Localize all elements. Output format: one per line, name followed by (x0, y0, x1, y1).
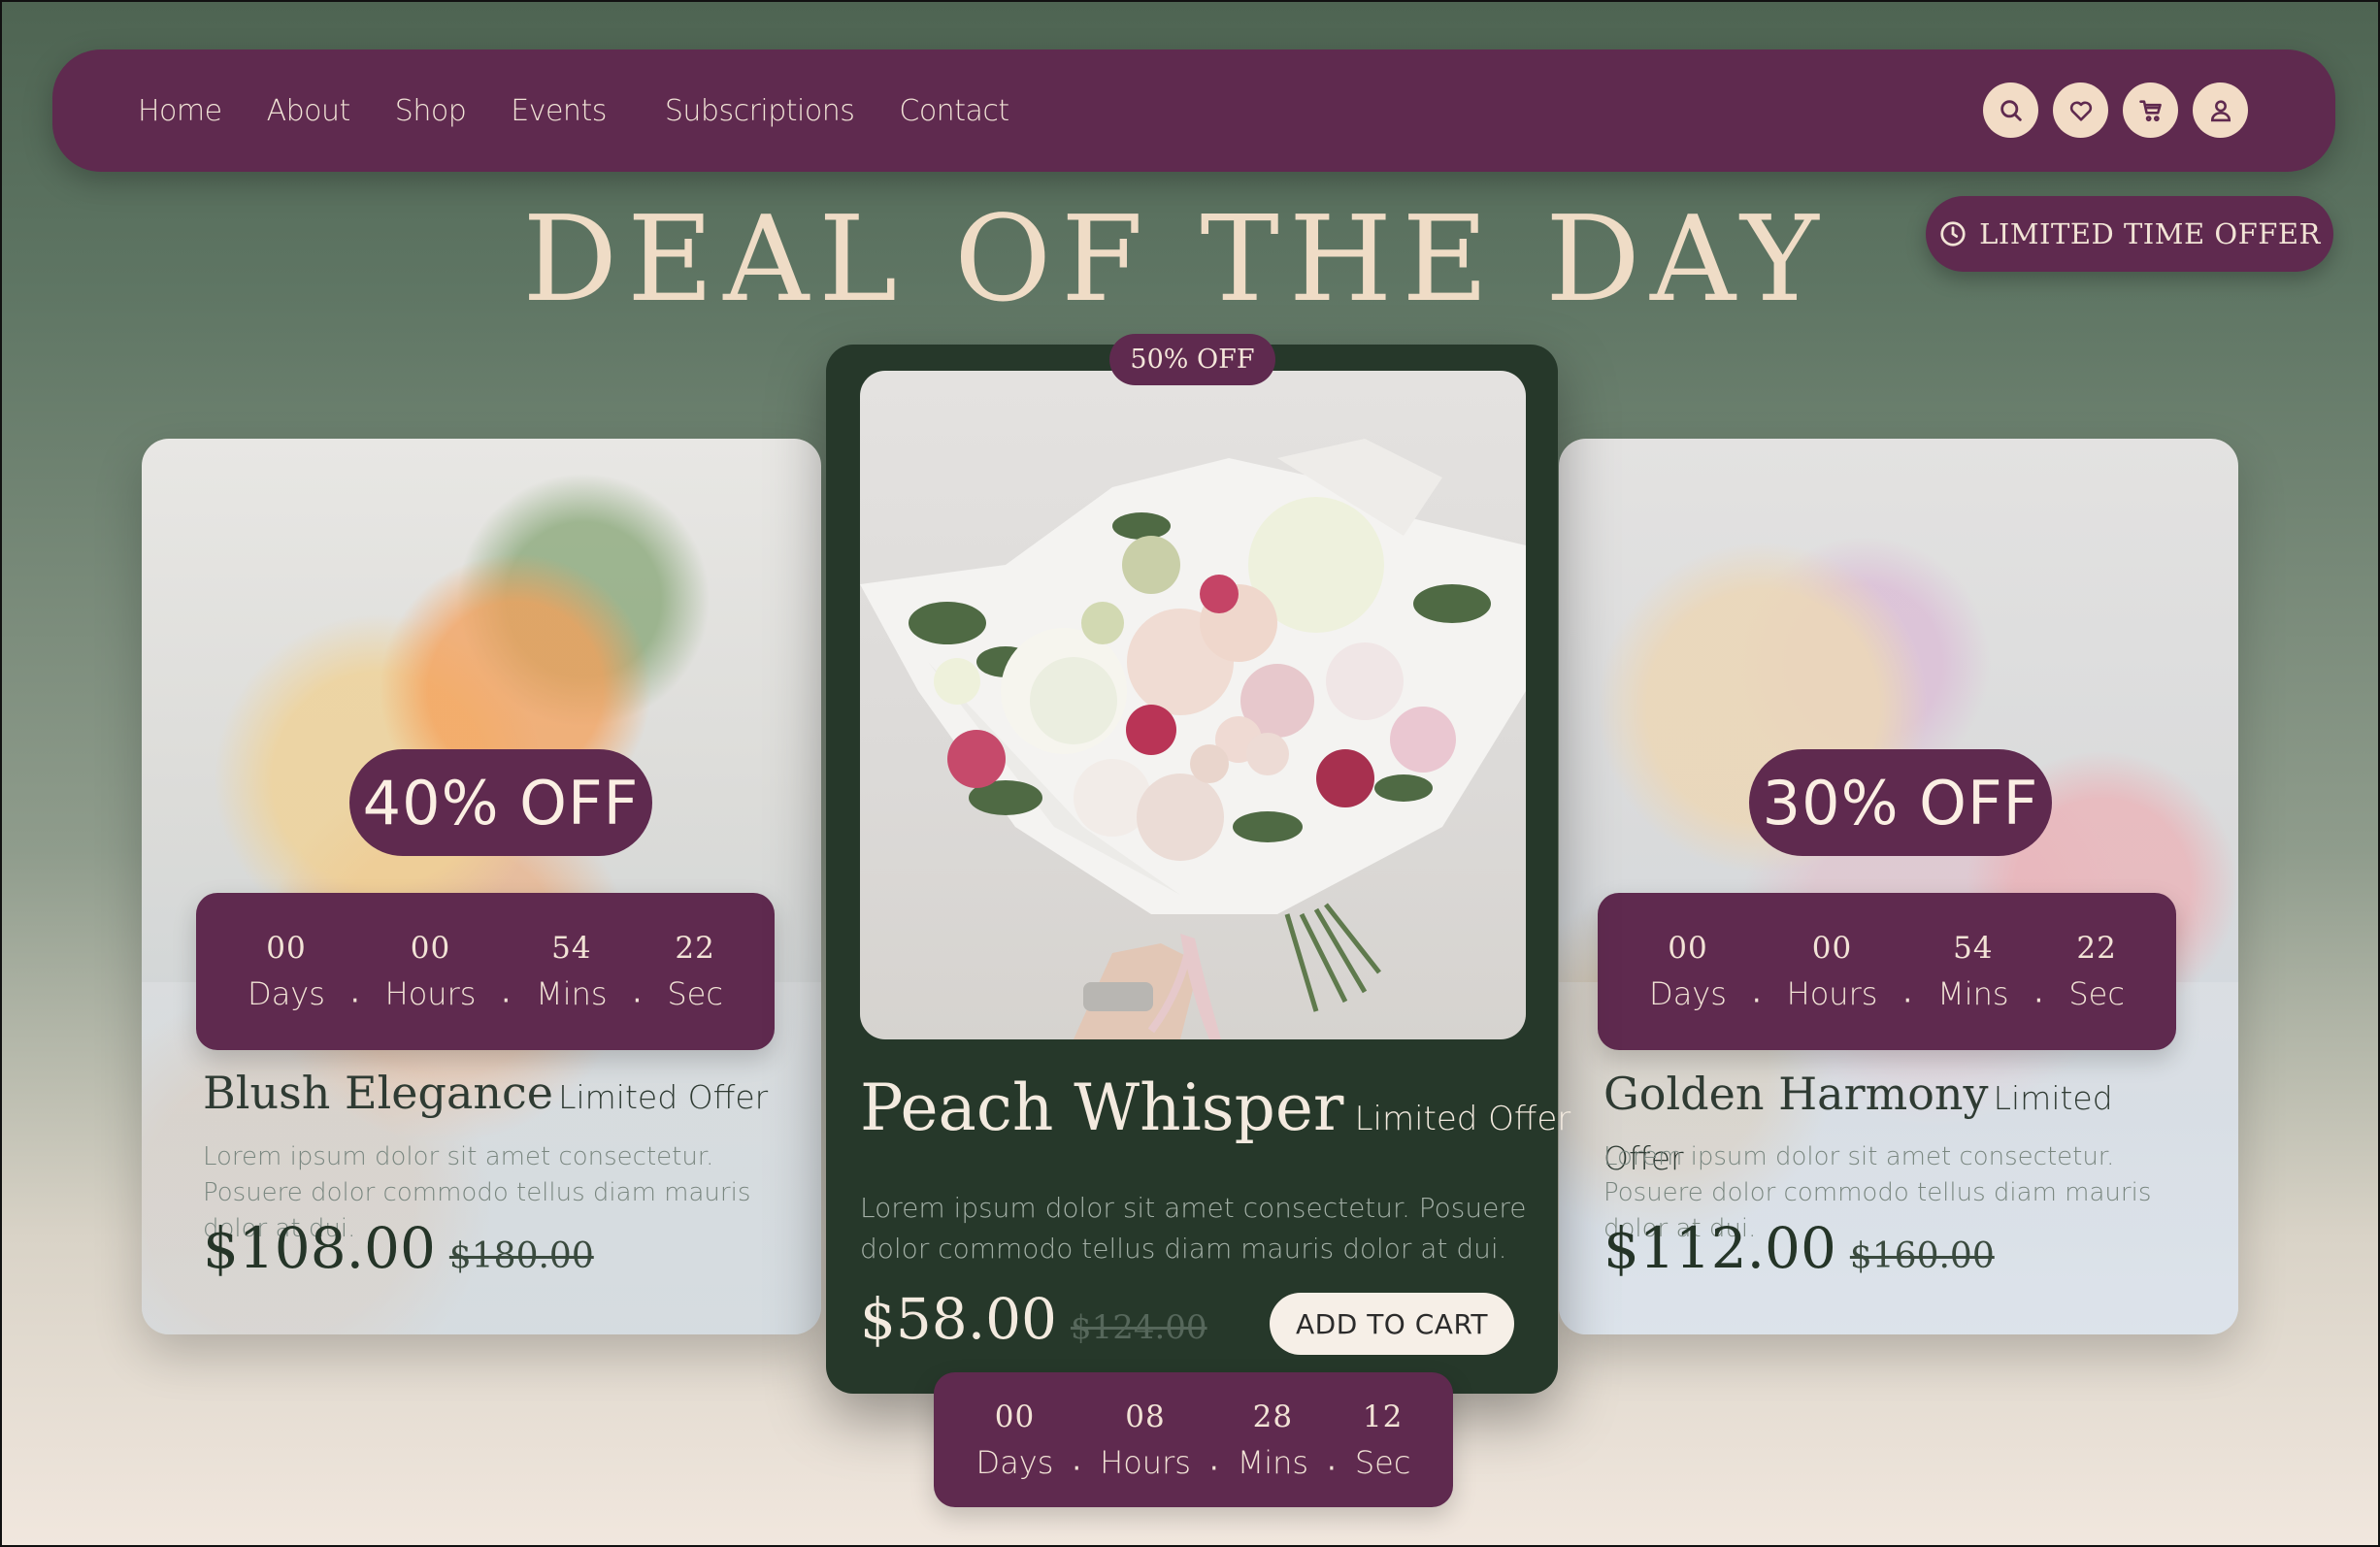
product-price: $112.00 $160.00 (1603, 1215, 1995, 1281)
nav-link-about[interactable]: About (267, 94, 351, 128)
nav-links: Home About Shop Events Subscriptions Con… (138, 49, 1054, 172)
old-price: $180.00 (448, 1236, 594, 1276)
countdown-timer: 00 Days · 00 Hours · 54 Mins · 22 Sec (1598, 893, 2176, 1050)
nav-link-home[interactable]: Home (138, 94, 222, 128)
nav-link-subscriptions[interactable]: Subscriptions (665, 94, 855, 128)
nav-link-events[interactable]: Events (511, 94, 607, 128)
countdown-sec: 22 Sec (2068, 931, 2125, 1012)
bouquet-illustration (860, 439, 1526, 1039)
discount-badge: 40% OFF (349, 749, 652, 856)
countdown-timer-featured: 00 Days · 08 Hours · 28 Mins · 12 Sec (934, 1372, 1453, 1507)
old-price: $124.00 (1070, 1308, 1207, 1347)
product-name: Golden Harmony (1603, 1068, 1989, 1120)
limited-time-offer-label: LIMITED TIME OFFER (1979, 217, 2321, 250)
countdown-sec: 12 Sec (1354, 1399, 1411, 1481)
product-tag: Limited Offer (558, 1078, 769, 1116)
countdown-hours: 00 Hours (1786, 931, 1878, 1012)
user-icon[interactable] (2193, 82, 2248, 138)
product-tag: Limited Offer (1354, 1100, 1571, 1138)
current-price: $112.00 (1603, 1215, 1836, 1281)
countdown-mins: 54 Mins (536, 931, 608, 1012)
discount-badge: 50% OFF (1109, 334, 1275, 385)
nav-link-shop[interactable]: Shop (395, 94, 467, 128)
current-price: $108.00 (203, 1215, 436, 1281)
countdown-timer: 00 Days · 00 Hours · 54 Mins · 22 Sec (196, 893, 775, 1050)
countdown-days: 00 Days (975, 1399, 1054, 1481)
product-description: Lorem ipsum dolor sit amet consectetur. … (860, 1192, 1527, 1265)
clock-icon (1940, 221, 1966, 247)
heart-icon[interactable] (2053, 82, 2108, 138)
limited-time-offer-badge: LIMITED TIME OFFER (1926, 196, 2333, 272)
countdown-days: 00 Days (1649, 931, 1727, 1012)
countdown-mins: 28 Mins (1237, 1399, 1309, 1481)
nav-icon-group (1983, 82, 2248, 138)
add-to-cart-button[interactable]: ADD TO CART (1270, 1293, 1514, 1355)
deal-card-peach-whisper[interactable]: Peach Whisper Limited Offer Lorem ipsum … (826, 345, 1570, 1394)
countdown-hours: 00 Hours (384, 931, 477, 1012)
product-price: $108.00 $180.00 (203, 1215, 594, 1281)
product-name: Peach Whisper (860, 1070, 1344, 1145)
product-name: Blush Elegance (203, 1067, 553, 1119)
countdown-mins: 54 Mins (1937, 931, 2009, 1012)
cart-icon[interactable] (2123, 82, 2178, 138)
product-title: Peach Whisper Limited Offer (860, 1070, 1570, 1145)
countdown-hours: 08 Hours (1100, 1399, 1191, 1481)
top-navbar: Home About Shop Events Subscriptions Con… (52, 49, 2335, 172)
product-title: Blush Elegance Limited Offer (203, 1067, 768, 1119)
product-price: $58.00 $124.00 (860, 1286, 1207, 1352)
product-image-bouquet (860, 371, 1526, 1039)
countdown-sec: 22 Sec (667, 931, 723, 1012)
search-icon[interactable] (1983, 82, 2038, 138)
old-price: $160.00 (1849, 1236, 1995, 1276)
deal-card-blush-elegance[interactable]: 40% OFF 00 Days · 00 Hours · 54 Mins · 22 Se… (142, 439, 821, 1334)
countdown-days: 00 Days (248, 931, 325, 1012)
nav-link-contact[interactable]: Contact (899, 94, 1009, 128)
current-price: $58.00 (860, 1286, 1057, 1352)
discount-badge: 30% OFF (1749, 749, 2052, 856)
deal-card-golden-harmony[interactable]: 30% OFF 00 Days · 00 Hours · 54 Mins · 22 Se… (1559, 439, 2238, 1334)
